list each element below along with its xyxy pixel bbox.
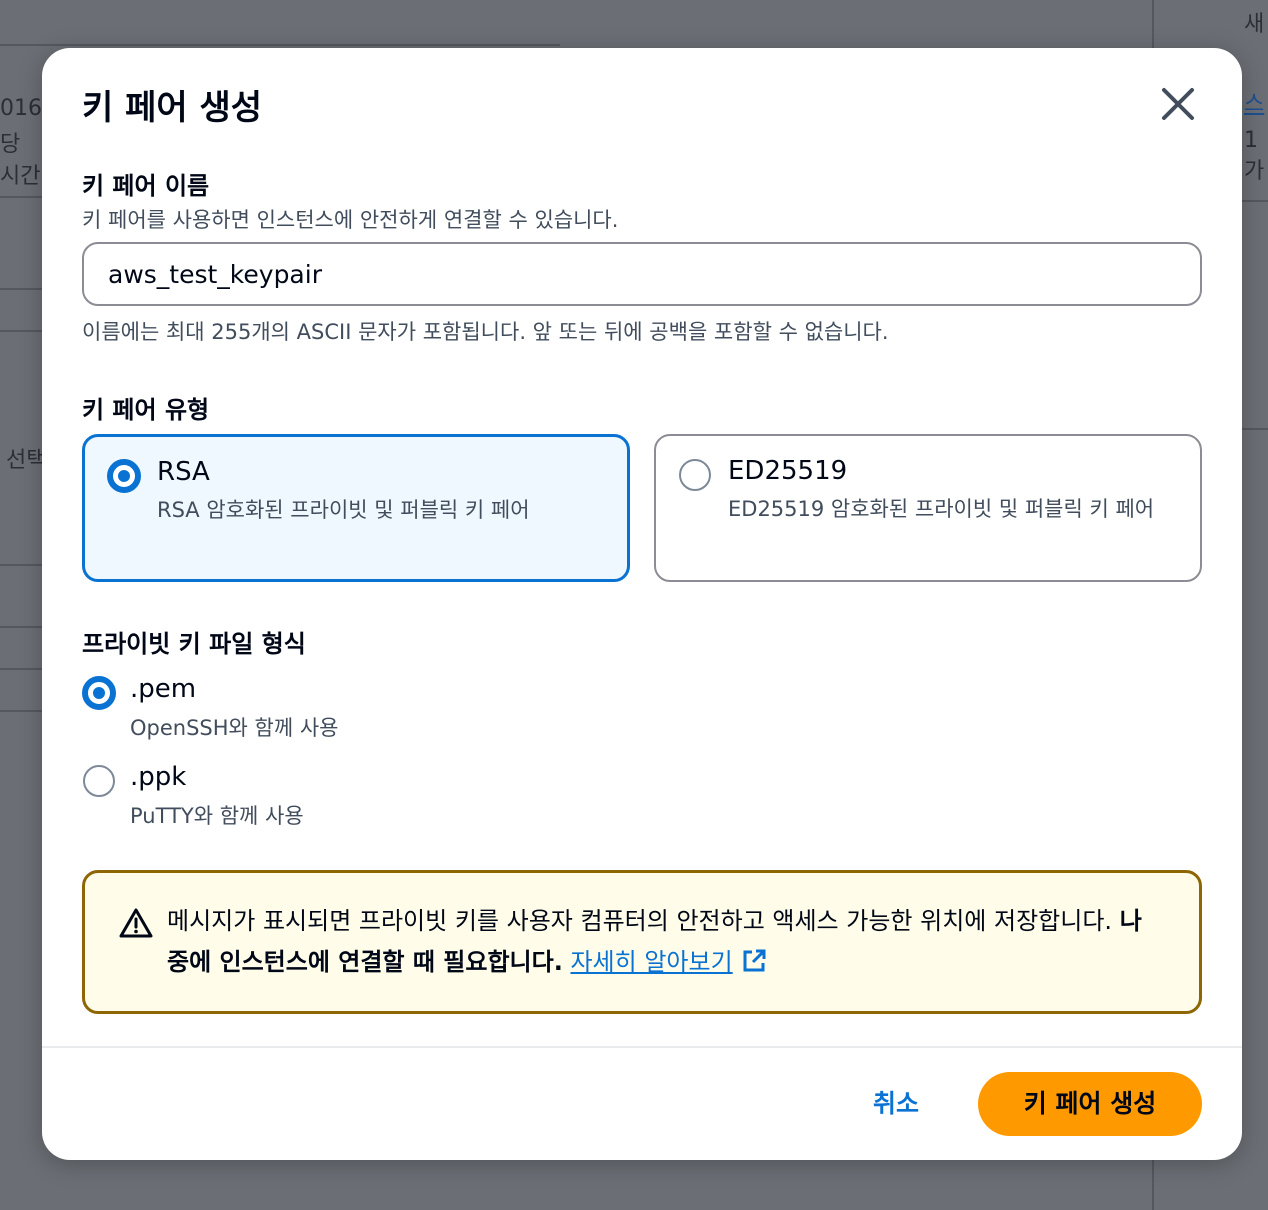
warning-alert-text: 메시지가 표시되면 프라이빗 키를 사용자 컴퓨터의 안전하고 액세스 가능한 … [167, 901, 1147, 983]
radio-selected-icon [82, 676, 116, 710]
bg-divider [0, 668, 42, 670]
format-pem-description: OpenSSH와 함께 사용 [130, 716, 339, 740]
key-type-rsa-tile[interactable]: RSA RSA 암호화된 프라이빗 및 퍼블릭 키 페어 [82, 434, 630, 582]
warning-alert-message: 메시지가 표시되면 프라이빗 키를 사용자 컴퓨터의 안전하고 액세스 가능한 … [167, 907, 1113, 935]
radio-unselected-icon [679, 459, 711, 491]
bg-divider [0, 288, 42, 290]
create-key-pair-modal: 키 페어 생성 키 페어 이름 키 페어를 사용하면 인스턴스에 안전하게 연결… [42, 48, 1242, 1160]
bg-divider [0, 564, 42, 566]
bg-divider [0, 626, 42, 628]
bg-link: 스 [1244, 92, 1265, 117]
bg-divider [1152, 0, 1154, 48]
warning-icon [119, 908, 153, 938]
bg-divider [0, 710, 42, 712]
bg-divider [1242, 428, 1268, 430]
close-button[interactable] [1158, 84, 1198, 124]
key-type-rsa-description: RSA 암호화된 프라이빗 및 퍼블릭 키 페어 [157, 498, 530, 522]
key-pair-name-description: 키 페어를 사용하면 인스턴스에 안전하게 연결할 수 있습니다. [82, 208, 619, 232]
key-pair-name-label: 키 페어 이름 [82, 172, 210, 200]
bg-divider [0, 44, 560, 46]
cancel-button[interactable]: 취소 [848, 1072, 944, 1136]
modal-title: 키 페어 생성 [82, 88, 263, 128]
create-key-pair-button[interactable]: 키 페어 생성 [978, 1072, 1202, 1136]
bg-text: 새 [1244, 12, 1265, 37]
footer-divider [42, 1046, 1242, 1048]
format-pem-label: .pem [130, 674, 197, 704]
key-pair-name-input[interactable] [82, 242, 1202, 306]
bg-divider [0, 330, 42, 332]
bg-divider [1152, 1160, 1154, 1210]
private-key-format-label: 프라이빗 키 파일 형식 [82, 630, 306, 658]
close-icon [1162, 88, 1194, 120]
bg-text: 1가 [1244, 128, 1265, 184]
radio-unselected-icon [83, 765, 115, 797]
bg-text: 016 [0, 96, 42, 121]
bg-text: 선택 [6, 448, 47, 473]
radio-selected-icon [107, 459, 141, 493]
format-ppk-description: PuTTY와 함께 사용 [130, 804, 304, 828]
key-type-rsa-title: RSA [157, 457, 210, 487]
learn-more-link-label: 자세히 알아보기 [570, 948, 733, 976]
key-pair-name-constraint: 이름에는 최대 255개의 ASCII 문자가 포함됩니다. 앞 또는 뒤에 공… [82, 320, 889, 344]
key-type-ed25519-description: ED25519 암호화된 프라이빗 및 퍼블릭 키 페어 [728, 497, 1155, 521]
bg-divider [1242, 200, 1268, 202]
key-type-ed25519-title: ED25519 [728, 456, 848, 486]
key-pair-type-label: 키 페어 유형 [82, 396, 210, 424]
bg-divider [0, 196, 42, 198]
learn-more-link[interactable]: 자세히 알아보기 [570, 948, 766, 976]
external-link-icon [743, 949, 766, 972]
bg-text: 당 [0, 132, 21, 157]
format-ppk-label: .ppk [130, 762, 187, 792]
warning-alert: 메시지가 표시되면 프라이빗 키를 사용자 컴퓨터의 안전하고 액세스 가능한 … [82, 870, 1202, 1014]
key-type-ed25519-tile[interactable]: ED25519 ED25519 암호화된 프라이빗 및 퍼블릭 키 페어 [654, 434, 1202, 582]
